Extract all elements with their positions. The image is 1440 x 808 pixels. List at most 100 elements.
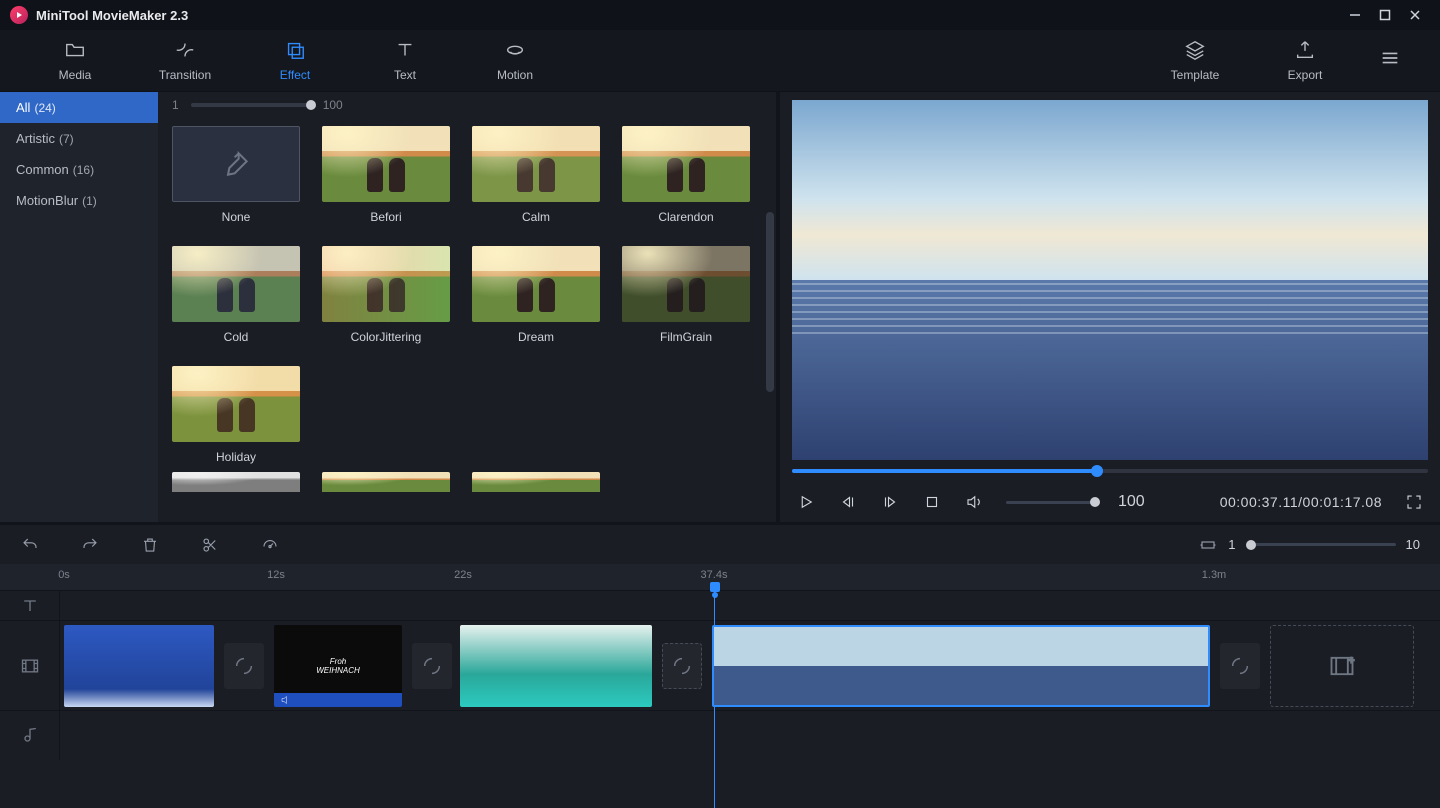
tab-effect[interactable]: Effect: [240, 30, 350, 91]
motion-icon: [504, 39, 526, 64]
effect-category-sidebar: All (24) Artistic (7) Common (16) Motion…: [0, 92, 158, 522]
sidebar-item-label: MotionBlur: [16, 193, 78, 208]
main-toolbar: Media Transition Effect Text Motion Temp…: [0, 30, 1440, 92]
gallery-scrollbar[interactable]: [766, 212, 774, 612]
effect-thumb: [472, 246, 600, 322]
tab-media[interactable]: Media: [20, 30, 130, 91]
slider-knob[interactable]: [306, 100, 316, 110]
hamburger-icon: [1379, 47, 1401, 74]
preview-seek-bar[interactable]: [792, 460, 1428, 482]
text-track[interactable]: [60, 591, 1440, 620]
export-icon: [1294, 39, 1316, 64]
timeline-tracks: Froh WEIHNACH: [0, 590, 1440, 808]
redo-button[interactable]: [80, 535, 100, 555]
sidebar-item-label: Artistic: [16, 131, 55, 146]
text-track-head[interactable]: [0, 591, 60, 620]
prev-frame-button[interactable]: [838, 492, 858, 512]
thumb-size-slider[interactable]: [191, 103, 311, 107]
play-button[interactable]: [796, 492, 816, 512]
text-icon: [394, 39, 416, 64]
effect-item[interactable]: Dream: [472, 246, 600, 344]
sidebar-item-motionblur[interactable]: MotionBlur (1): [0, 185, 158, 216]
effect-label: FilmGrain: [660, 330, 712, 344]
preview-time: 00:00:37.11/00:01:17.08: [1220, 494, 1382, 510]
tab-label: Motion: [497, 68, 533, 82]
main-area: All (24) Artistic (7) Common (16) Motion…: [0, 92, 1440, 522]
sidebar-item-artistic[interactable]: Artistic (7): [0, 123, 158, 154]
seek-knob[interactable]: [1091, 465, 1103, 477]
timeline-clip-selected[interactable]: [712, 625, 1210, 707]
next-frame-button[interactable]: [880, 492, 900, 512]
volume-value: 100: [1118, 493, 1145, 511]
transition-slot[interactable]: [1220, 643, 1260, 689]
effect-item[interactable]: None: [172, 126, 300, 224]
add-clip-dropzone[interactable]: [1270, 625, 1414, 707]
effect-label: ColorJittering: [351, 330, 422, 344]
timeline-clip[interactable]: Froh WEIHNACH: [274, 625, 402, 707]
tab-label: Transition: [159, 68, 211, 82]
effect-label: None: [222, 210, 251, 224]
sidebar-item-common[interactable]: Common (16): [0, 154, 158, 185]
audio-track[interactable]: [60, 711, 1440, 760]
menu-button[interactable]: [1360, 30, 1420, 91]
audio-track-head[interactable]: [0, 711, 60, 760]
zoom-min-label: 1: [1228, 537, 1235, 552]
ruler-mark: 0s: [58, 569, 70, 581]
window-close-button[interactable]: [1400, 0, 1430, 30]
ruler-mark: 12s: [267, 569, 285, 581]
transition-slot[interactable]: [224, 643, 264, 689]
effect-thumb: [172, 246, 300, 322]
undo-button[interactable]: [20, 535, 40, 555]
export-button[interactable]: Export: [1250, 30, 1360, 91]
transition-slot[interactable]: [412, 643, 452, 689]
speed-button[interactable]: [260, 535, 280, 555]
fit-timeline-button[interactable]: [1198, 535, 1218, 555]
effect-thumb: [622, 246, 750, 322]
preview-video[interactable]: [792, 100, 1428, 460]
effect-gallery: 1 100 None BeforiCalm Clarendon Cold ColorJi…: [158, 92, 780, 522]
template-button[interactable]: Template: [1140, 30, 1250, 91]
tab-transition[interactable]: Transition: [130, 30, 240, 91]
effect-item[interactable]: ColorJittering: [322, 246, 450, 344]
sidebar-item-count: (7): [59, 132, 74, 146]
tab-label: Effect: [280, 68, 310, 82]
tab-motion[interactable]: Motion: [460, 30, 570, 91]
effect-label: Clarendon: [658, 210, 713, 224]
split-button[interactable]: [200, 535, 220, 555]
effect-item[interactable]: Befori: [322, 126, 450, 224]
edit-toolbar: 1 10: [0, 522, 1440, 564]
window-minimize-button[interactable]: [1340, 0, 1370, 30]
tab-text[interactable]: Text: [350, 30, 460, 91]
effect-item[interactable]: Clarendon: [622, 126, 750, 224]
sidebar-item-count: (16): [73, 163, 94, 177]
video-track[interactable]: Froh WEIHNACH: [60, 621, 1440, 710]
slider-max-label: 100: [323, 98, 343, 112]
timeline-clip[interactable]: [460, 625, 652, 707]
fullscreen-button[interactable]: [1404, 492, 1424, 512]
volume-slider[interactable]: [1006, 501, 1096, 504]
effect-thumb: [172, 366, 300, 442]
volume-icon[interactable]: [964, 492, 984, 512]
gallery-size-slider-row: 1 100: [158, 92, 776, 118]
effect-item[interactable]: FilmGrain: [622, 246, 750, 344]
sidebar-item-all[interactable]: All (24): [0, 92, 158, 123]
sidebar-item-count: (1): [82, 194, 97, 208]
ruler-mark: 37.4s: [701, 569, 728, 581]
delete-button[interactable]: [140, 535, 160, 555]
stop-button[interactable]: [922, 492, 942, 512]
effect-label: Cold: [224, 330, 249, 344]
transition-slot-empty[interactable]: [662, 643, 702, 689]
window-maximize-button[interactable]: [1370, 0, 1400, 30]
video-track-head[interactable]: [0, 621, 60, 710]
effect-item[interactable]: Holiday: [172, 366, 300, 464]
preview-controls: 100 00:00:37.11/00:01:17.08: [792, 482, 1428, 522]
effect-thumb: [322, 126, 450, 202]
effect-item[interactable]: Calm: [472, 126, 600, 224]
timeline-zoom-slider[interactable]: [1246, 543, 1396, 546]
sidebar-item-label: All: [16, 100, 30, 115]
ruler-mark: 22s: [454, 569, 472, 581]
slider-min-label: 1: [172, 98, 179, 112]
timeline-clip[interactable]: [64, 625, 214, 707]
effect-item[interactable]: Cold: [172, 246, 300, 344]
timeline-ruler[interactable]: 0s12s22s37.4s1.3m: [0, 564, 1440, 590]
